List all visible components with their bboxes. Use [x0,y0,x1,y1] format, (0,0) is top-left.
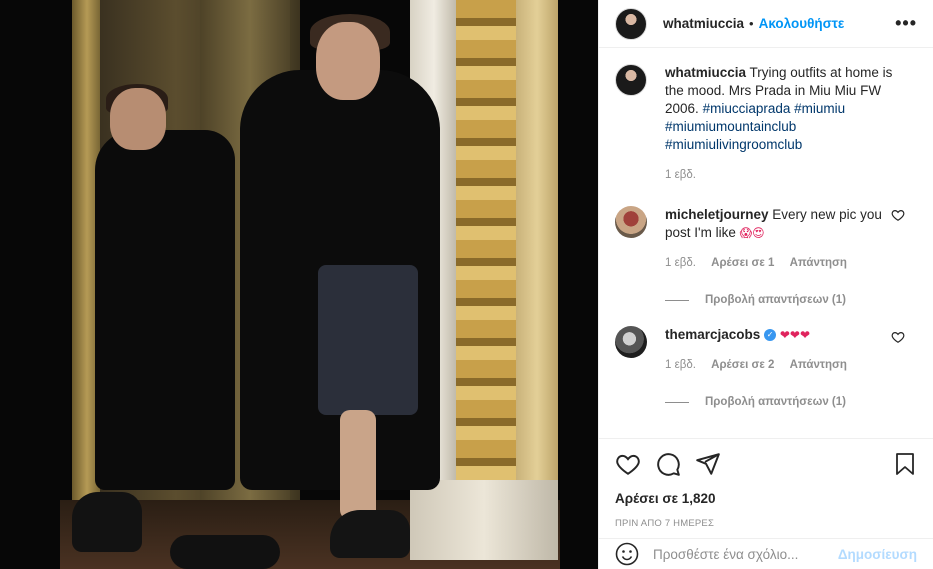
photo-woman-leg [340,410,376,520]
comment-time[interactable]: 1 εβδ. [665,359,696,371]
hashtag-link[interactable]: #miumiu [794,101,845,116]
bookmark-icon[interactable] [893,451,917,477]
photo-shoe [72,492,142,552]
photo-pillar-base [410,480,558,560]
caption-time[interactable]: 1 εβδ. [665,169,696,181]
photo-woman-head [316,22,380,100]
commenter-avatar[interactable] [615,206,647,238]
heart-icon[interactable] [891,208,905,222]
hashtag-link[interactable]: #miumiumountainclub [665,119,796,134]
photo-shoe [330,510,410,558]
caption-body: whatmiuccia Trying outfits at home is th… [665,64,893,184]
view-replies-button[interactable]: Προβολή απαντήσεων (1) [665,396,917,408]
comment-row: micheletjourney Every new pic you post I… [615,206,917,272]
post-photo[interactable] [0,0,598,569]
replies-divider [665,299,689,301]
follow-button[interactable]: Ακολουθήστε [759,16,845,31]
comment-meta: 1 εβδ. Αρέσει σε 2 Απάντηση [665,356,893,374]
post-date[interactable]: ΠΡΙΝ ΑΠΟ 7 ΗΜΕΡΕΣ [615,518,917,529]
photo-gold-molding [456,0,516,560]
commenter-avatar[interactable] [615,326,647,358]
comment-emoji: ❤❤❤ [779,328,810,342]
caption-row: whatmiuccia Trying outfits at home is th… [615,64,917,184]
comment-meta: 1 εβδ. Αρέσει σε 1 Απάντηση [665,254,893,272]
comment-likes[interactable]: Αρέσει σε 2 [711,359,774,371]
photo-wall-right [516,0,558,560]
post-header: whatmiuccia • Ακολουθήστε ••• [599,0,933,48]
view-replies-button[interactable]: Προβολή απαντήσεων (1) [665,294,917,306]
action-icons [615,451,917,477]
comment-row: themarcjacobs ✓ ❤❤❤ 1 εβδ. Αρέσει σε 2 Α… [615,326,917,374]
heart-icon[interactable] [891,330,905,344]
replies-divider [665,401,689,403]
view-replies-label[interactable]: Προβολή απαντήσεων (1) [705,396,846,408]
comment-body: themarcjacobs ✓ ❤❤❤ 1 εβδ. Αρέσει σε 2 Α… [665,326,893,374]
comment-likes[interactable]: Αρέσει σε 1 [711,257,774,269]
post-modal: whatmiuccia • Ακολουθήστε ••• whatmiucci… [0,0,933,569]
author-username[interactable]: whatmiuccia [663,16,744,31]
reply-button[interactable]: Απάντηση [790,359,847,371]
author-avatar[interactable] [615,7,647,40]
comment-body: micheletjourney Every new pic you post I… [665,206,893,272]
post-actions: Αρέσει σε 1,820 ΠΡΙΝ ΑΠΟ 7 ΗΜΕΡΕΣ [599,438,933,529]
emoji-icon[interactable] [615,542,639,566]
comment-emoji: 😱😍 [739,226,765,240]
add-comment-bar: Δημοσίευση [599,538,933,569]
reply-button[interactable]: Απάντηση [790,257,847,269]
caption-username[interactable]: whatmiuccia [665,65,746,80]
heart-icon[interactable] [615,451,641,477]
view-replies-label[interactable]: Προβολή απαντήσεων (1) [705,294,846,306]
photo-shoe [170,535,280,569]
caption-meta: 1 εβδ. [665,166,893,184]
post-comment-button[interactable]: Δημοσίευση [838,547,917,562]
verified-badge-icon: ✓ [764,329,777,342]
photo-reflection-coat [95,130,235,490]
photo-reflection-head [110,88,166,150]
comment-username[interactable]: micheletjourney [665,207,769,222]
comment-icon[interactable] [655,451,681,477]
header-separator: • [749,16,754,31]
comment-username[interactable]: themarcjacobs [665,327,760,342]
share-icon[interactable] [695,451,721,477]
comment-input[interactable] [653,546,833,562]
comment-time[interactable]: 1 εβδ. [665,257,696,269]
comments-list[interactable]: whatmiuccia Trying outfits at home is th… [599,48,933,438]
caption-avatar[interactable] [615,64,647,96]
hashtag-link[interactable]: #miumiulivingroomclub [665,137,802,152]
more-icon[interactable]: ••• [895,13,917,34]
post-side-panel: whatmiuccia • Ακολουθήστε ••• whatmiucci… [598,0,933,569]
hashtag-link[interactable]: #miucciaprada [703,101,791,116]
photo-woman-shorts [318,265,418,415]
likes-count[interactable]: Αρέσει σε 1,820 [615,491,917,506]
